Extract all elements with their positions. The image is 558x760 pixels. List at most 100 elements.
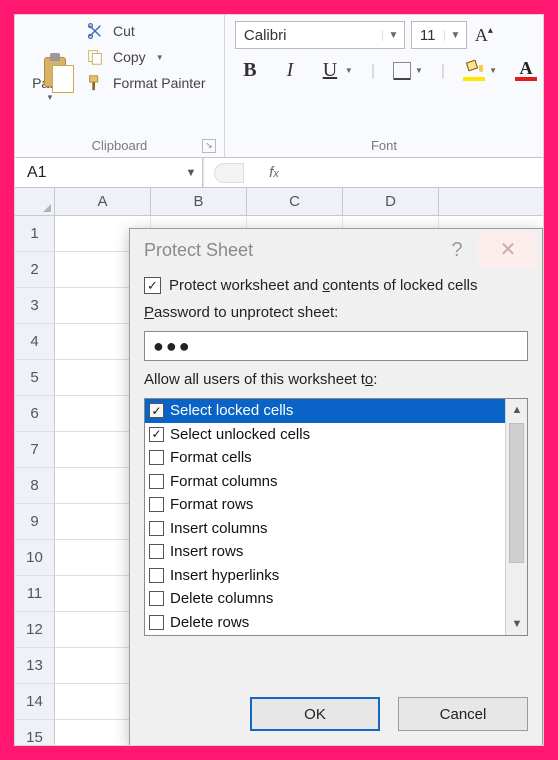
permission-label: Select locked cells xyxy=(170,402,293,419)
column-header[interactable]: C xyxy=(247,188,343,215)
allow-label: Allow all users of this worksheet to: xyxy=(144,371,528,388)
row-header[interactable]: 1 xyxy=(15,216,55,251)
bold-button[interactable]: B xyxy=(239,59,261,82)
permission-item[interactable]: Format columns xyxy=(145,470,505,494)
row-header[interactable]: 12 xyxy=(15,612,55,647)
permission-checkbox[interactable] xyxy=(149,497,164,512)
permission-checkbox[interactable] xyxy=(149,474,164,489)
row-header[interactable]: 3 xyxy=(15,288,55,323)
font-color-button[interactable]: A xyxy=(515,61,537,81)
underline-button[interactable]: U ▼ xyxy=(319,59,353,82)
chevron-down-icon[interactable]: ▼ xyxy=(489,66,497,75)
increase-font-button[interactable]: A▴ xyxy=(473,21,495,49)
chevron-down-icon[interactable]: ▼ xyxy=(156,53,164,62)
row-header[interactable]: 4 xyxy=(15,324,55,359)
permission-item[interactable]: Delete columns xyxy=(145,587,505,611)
cancel-formula-icon[interactable] xyxy=(214,163,244,183)
row-header[interactable]: 13 xyxy=(15,648,55,683)
chevron-down-icon[interactable]: ▼ xyxy=(46,93,54,102)
chevron-down-icon[interactable]: ▼ xyxy=(444,30,466,41)
scroll-thumb[interactable] xyxy=(509,423,524,563)
formula-input[interactable] xyxy=(304,158,543,187)
row-header[interactable]: 7 xyxy=(15,432,55,467)
border-button[interactable]: ▼ xyxy=(393,62,423,80)
permission-label: Delete columns xyxy=(170,590,273,607)
close-button[interactable]: ✕ xyxy=(478,233,538,267)
permission-item[interactable]: Insert columns xyxy=(145,517,505,541)
dialog-launcher-icon[interactable]: ↘ xyxy=(202,139,216,153)
permission-checkbox[interactable] xyxy=(149,521,164,536)
fill-color-button[interactable]: ▼ xyxy=(463,61,497,81)
copy-button[interactable]: Copy ▼ xyxy=(85,47,206,67)
permissions-list[interactable]: ✓ Select locked cells ✓Select unlocked cel… xyxy=(144,398,528,636)
row-header[interactable]: 10 xyxy=(15,540,55,575)
permission-item[interactable]: Insert rows xyxy=(145,540,505,564)
row-header[interactable]: 2 xyxy=(15,252,55,287)
paste-button[interactable]: Paste ▼ xyxy=(21,19,79,135)
permission-checkbox[interactable] xyxy=(149,615,164,630)
permission-checkbox[interactable] xyxy=(149,568,164,583)
excel-window: Paste ▼ Cut Copy ▼ xyxy=(14,14,544,746)
cut-button[interactable]: Cut xyxy=(85,21,206,41)
password-input[interactable] xyxy=(144,331,528,361)
protect-label: Protect worksheet and contents of locked… xyxy=(169,277,478,294)
italic-button[interactable]: I xyxy=(279,59,301,82)
row-header[interactable]: 15 xyxy=(15,720,55,746)
dialog-title: Protect Sheet xyxy=(144,240,436,261)
paintbrush-icon xyxy=(85,73,105,93)
column-header[interactable]: A xyxy=(55,188,151,215)
chevron-down-icon[interactable]: ▼ xyxy=(415,66,423,75)
permission-item[interactable]: Format cells xyxy=(145,446,505,470)
help-button[interactable]: ? xyxy=(436,239,478,262)
format-painter-label: Format Painter xyxy=(113,75,206,91)
row-header[interactable]: 9 xyxy=(15,504,55,539)
group-title-font: Font xyxy=(231,135,537,157)
ok-button[interactable]: OK xyxy=(250,697,380,731)
underline-icon: U xyxy=(319,59,341,82)
font-color-icon: A xyxy=(520,61,533,75)
permission-checkbox[interactable] xyxy=(149,591,164,606)
protect-checkbox[interactable]: ✓ xyxy=(144,277,161,294)
scroll-up-icon[interactable]: ▲ xyxy=(506,399,528,421)
permission-item[interactable]: Insert hyperlinks xyxy=(145,564,505,588)
permission-label: Format columns xyxy=(170,473,278,490)
row-header[interactable]: 14 xyxy=(15,684,55,719)
group-title-clipboard: Clipboard ↘ xyxy=(21,135,218,157)
permission-label: Insert columns xyxy=(170,520,268,537)
chevron-down-icon[interactable]: ▼ xyxy=(345,66,353,75)
permission-item[interactable]: ✓ Select locked cells xyxy=(145,399,505,423)
permission-label: Insert rows xyxy=(170,543,243,560)
fx-icon[interactable]: fx xyxy=(254,164,294,181)
permission-checkbox[interactable]: ✓ xyxy=(149,403,164,418)
cut-label: Cut xyxy=(113,23,135,39)
font-family-combo[interactable]: Calibri ▼ xyxy=(235,21,405,49)
scissors-icon xyxy=(85,21,105,41)
permission-checkbox[interactable] xyxy=(149,450,164,465)
permission-item[interactable]: Delete rows xyxy=(145,611,505,635)
permission-item[interactable]: ✓Select unlocked cells xyxy=(145,423,505,447)
column-header[interactable]: B xyxy=(151,188,247,215)
chevron-down-icon[interactable]: ▼ xyxy=(180,167,202,179)
permission-item[interactable]: Format rows xyxy=(145,493,505,517)
font-size-combo[interactable]: 11 ▼ xyxy=(411,21,467,49)
permission-label: Delete rows xyxy=(170,614,249,631)
row-header[interactable]: 5 xyxy=(15,360,55,395)
scrollbar[interactable]: ▲ ▼ xyxy=(505,399,527,635)
chevron-down-icon[interactable]: ▼ xyxy=(382,30,404,41)
permission-checkbox[interactable]: ✓ xyxy=(149,427,164,442)
scroll-down-icon[interactable]: ▼ xyxy=(506,613,528,635)
ribbon-group-font: Calibri ▼ 11 ▼ A▴ B I U xyxy=(225,15,543,157)
border-icon xyxy=(393,62,411,80)
format-painter-button[interactable]: Format Painter xyxy=(85,73,206,93)
permission-label: Insert hyperlinks xyxy=(170,567,279,584)
column-header[interactable]: D xyxy=(343,188,439,215)
row-header[interactable]: 11 xyxy=(15,576,55,611)
name-box[interactable]: A1 ▼ xyxy=(15,158,203,187)
cancel-button[interactable]: Cancel xyxy=(398,697,528,731)
ribbon-group-clipboard: Paste ▼ Cut Copy ▼ xyxy=(15,15,225,157)
row-header[interactable]: 8 xyxy=(15,468,55,503)
row-header[interactable]: 6 xyxy=(15,396,55,431)
permission-checkbox[interactable] xyxy=(149,544,164,559)
select-all-corner[interactable] xyxy=(15,188,55,215)
protect-checkbox-row[interactable]: ✓ Protect worksheet and contents of lock… xyxy=(144,277,528,294)
